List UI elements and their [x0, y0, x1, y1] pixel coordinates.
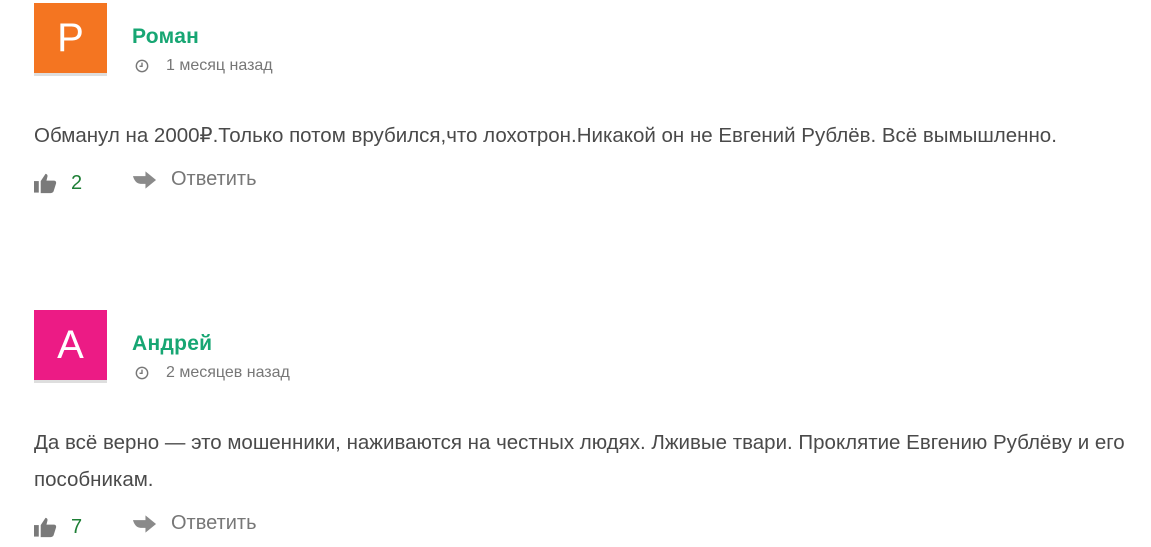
comment-meta: 2 месяцев назад	[135, 364, 290, 382]
author-name[interactable]: Роман	[132, 25, 199, 49]
comment: Р Роман 1 месяц назад Обманул на 2000₽.Т…	[34, 3, 1144, 198]
clock-icon	[135, 366, 149, 380]
comment-time: 1 месяц назад	[166, 57, 273, 74]
thumbs-up-icon[interactable]	[34, 172, 57, 194]
comment-header: Р Роман 1 месяц назад	[34, 3, 1144, 77]
author-name[interactable]: Андрей	[132, 332, 212, 356]
clock-icon	[135, 59, 149, 73]
comment-actions: 7 Ответить	[34, 512, 1144, 542]
reply-button[interactable]: Ответить	[132, 512, 257, 535]
likes-count: 2	[71, 172, 83, 194]
reply-arrow-icon	[132, 514, 157, 533]
reply-label: Ответить	[171, 168, 257, 190]
comment: А Андрей 2 месяцев назад Да всё верно — …	[34, 310, 1144, 542]
comment-text: Обманул на 2000₽.Только потом врубился,ч…	[34, 124, 1057, 147]
reply-label: Ответить	[171, 512, 257, 534]
comment-actions: 2 Ответить	[34, 168, 1144, 198]
comment-time: 2 месяцев назад	[166, 364, 290, 381]
reply-arrow-icon	[132, 170, 157, 189]
avatar: А	[34, 310, 107, 383]
thumbs-up-icon[interactable]	[34, 516, 57, 538]
comment-header: А Андрей 2 месяцев назад	[34, 310, 1144, 384]
likes-count: 7	[71, 516, 83, 538]
reply-button[interactable]: Ответить	[132, 168, 257, 191]
avatar: Р	[34, 3, 107, 76]
comment-text: Да всё верно — это мошенники, наживаются…	[34, 431, 1125, 491]
comment-meta: 1 месяц назад	[135, 57, 273, 75]
